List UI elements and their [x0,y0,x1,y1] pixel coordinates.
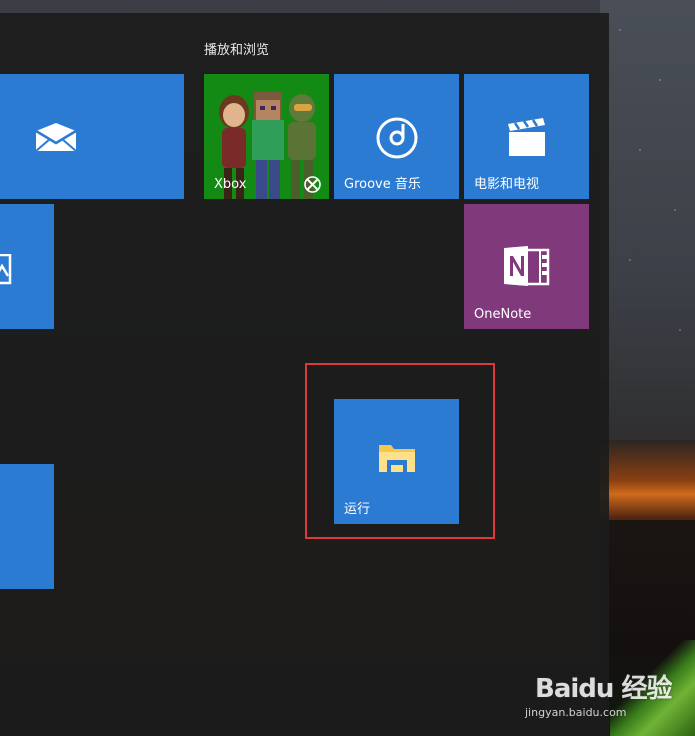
movies-tv-tile[interactable]: 电影和电视 [464,74,589,199]
groove-music-tile-label: Groove 音乐 [344,177,421,192]
mail-icon [35,123,77,152]
onenote-icon [504,246,550,286]
desktop-wallpaper [600,0,695,480]
photos-icon [0,254,12,285]
app-tile[interactable] [0,464,54,589]
tile-group-title: 播放和浏览 [204,43,270,58]
xbox-tile[interactable]: Xbox [204,74,329,199]
baidu-watermark: Baidu 经验 jingyan.baidu.com [525,668,672,719]
mail-tile[interactable] [0,74,184,199]
watermark-url: jingyan.baidu.com [525,706,627,719]
wallpaper-sunset [600,440,695,530]
onenote-tile[interactable]: OneNote [464,204,589,329]
movies-tv-tile-label: 电影和电视 [474,177,540,192]
watermark-brand: Baidu 经验 [535,674,672,704]
highlight-annotation-box [305,363,495,539]
onenote-tile-label: OneNote [474,307,532,322]
xbox-logo-icon [304,176,321,193]
photos-tile[interactable] [0,204,54,329]
clapperboard-icon [508,118,545,156]
groove-music-icon [376,117,418,159]
groove-music-tile[interactable]: Groove 音乐 [334,74,459,199]
xbox-tile-label: Xbox [214,177,247,192]
